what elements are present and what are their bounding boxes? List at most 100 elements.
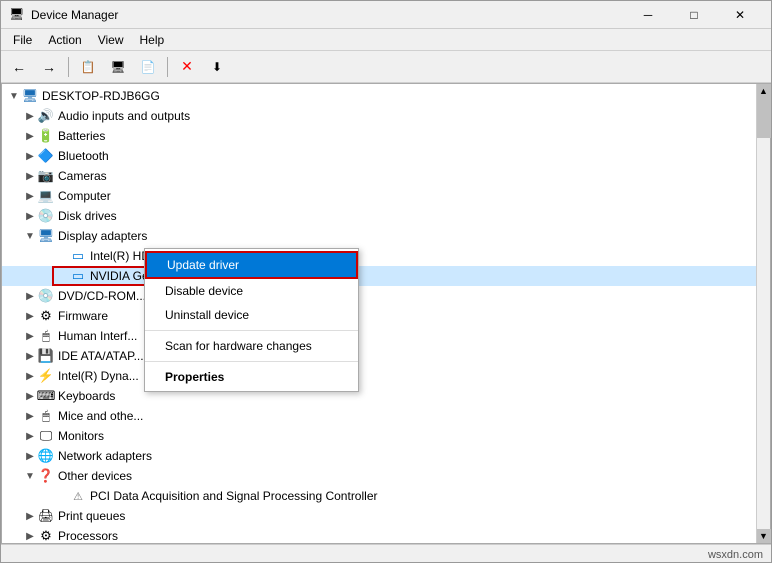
audio-toggle[interactable]: ▶ — [22, 108, 38, 124]
tree-item-processors[interactable]: ▶ ⚙ Processors — [2, 526, 756, 543]
mice-toggle[interactable]: ▶ — [22, 408, 38, 424]
tree-item-intel-graphics[interactable]: ▶ ▭ Intel(R) HD Graphics 520 — [2, 246, 756, 266]
toolbar-sep-1 — [68, 57, 69, 77]
ctx-uninstall-device[interactable]: Uninstall device — [145, 303, 358, 327]
computer-label: Computer — [58, 189, 111, 203]
title-bar-text: Device Manager — [31, 8, 625, 22]
display-toggle[interactable]: ▼ — [22, 228, 38, 244]
processors-label: Processors — [58, 529, 118, 543]
toolbar-forward[interactable]: → — [35, 54, 63, 80]
toolbar-uninstall[interactable]: ✕ — [173, 54, 201, 80]
intel-dyn-icon: ⚡ — [38, 368, 54, 384]
ctx-scan-hardware[interactable]: Scan for hardware changes — [145, 334, 358, 358]
firmware-icon: ⚙ — [38, 308, 54, 324]
intel-graphics-icon: ▭ — [70, 248, 86, 264]
toolbar: ← → 📋 🖥 📄 ✕ ⬇ — [1, 51, 771, 83]
tree-item-mice[interactable]: ▶ 🖱 Mice and othe... — [2, 406, 756, 426]
tree-item-batteries[interactable]: ▶ 🔋 Batteries — [2, 126, 756, 146]
scroll-up-btn[interactable]: ▲ — [757, 84, 771, 98]
batteries-toggle[interactable]: ▶ — [22, 128, 38, 144]
menu-action[interactable]: Action — [40, 31, 89, 49]
firmware-label: Firmware — [58, 309, 108, 323]
main-content: ▼ 🖥 DESKTOP-RDJB6GG ▶ 🔊 Audio inputs and… — [1, 83, 771, 544]
cameras-label: Cameras — [58, 169, 107, 183]
dvd-toggle[interactable]: ▶ — [22, 288, 38, 304]
toolbar-download[interactable]: ⬇ — [203, 54, 231, 80]
tree-item-print[interactable]: ▶ 🖨 Print queues — [2, 506, 756, 526]
scrollbar[interactable]: ▲ ▼ — [756, 84, 770, 543]
other-toggle[interactable]: ▼ — [22, 468, 38, 484]
batteries-icon: 🔋 — [38, 128, 54, 144]
tree-item-hid[interactable]: ▶ 🖱 Human Interf... — [2, 326, 756, 346]
keyboards-label: Keyboards — [58, 389, 115, 403]
toolbar-update[interactable]: 🖥 — [104, 54, 132, 80]
tree-view[interactable]: ▼ 🖥 DESKTOP-RDJB6GG ▶ 🔊 Audio inputs and… — [2, 84, 756, 543]
cameras-toggle[interactable]: ▶ — [22, 168, 38, 184]
keyboards-toggle[interactable]: ▶ — [22, 388, 38, 404]
toolbar-back[interactable]: ← — [5, 54, 33, 80]
tree-item-nvidia[interactable]: ▶ ▭ NVIDIA GeForce 940M — [2, 266, 756, 286]
tree-item-keyboards[interactable]: ▶ ⌨ Keyboards — [2, 386, 756, 406]
toolbar-sep-2 — [167, 57, 168, 77]
tree-item-pci[interactable]: ▶ ⚠ PCI Data Acquisition and Signal Proc… — [2, 486, 756, 506]
computer-icon: 💻 — [38, 188, 54, 204]
ide-toggle[interactable]: ▶ — [22, 348, 38, 364]
disk-toggle[interactable]: ▶ — [22, 208, 38, 224]
toolbar-scan[interactable]: 📄 — [134, 54, 162, 80]
tree-item-cameras[interactable]: ▶ 📷 Cameras — [2, 166, 756, 186]
processors-toggle[interactable]: ▶ — [22, 528, 38, 543]
keyboards-icon: ⌨ — [38, 388, 54, 404]
close-button[interactable]: ✕ — [717, 1, 763, 29]
bluetooth-toggle[interactable]: ▶ — [22, 148, 38, 164]
menu-view[interactable]: View — [90, 31, 132, 49]
title-bar: 🖥 Device Manager ─ □ ✕ — [1, 1, 771, 29]
hid-toggle[interactable]: ▶ — [22, 328, 38, 344]
scroll-down-btn[interactable]: ▼ — [757, 529, 771, 543]
cameras-icon: 📷 — [38, 168, 54, 184]
ide-label: IDE ATA/ATAP... — [58, 349, 144, 363]
status-bar: wsxdn.com — [1, 544, 771, 563]
intel-dyn-toggle[interactable]: ▶ — [22, 368, 38, 384]
tree-item-firmware[interactable]: ▶ ⚙ Firmware — [2, 306, 756, 326]
other-label: Other devices — [58, 469, 132, 483]
computer-toggle[interactable]: ▶ — [22, 188, 38, 204]
tree-item-network[interactable]: ▶ 🌐 Network adapters — [2, 446, 756, 466]
app-icon: 🖥 — [9, 7, 25, 23]
tree-root[interactable]: ▼ 🖥 DESKTOP-RDJB6GG — [2, 86, 756, 106]
root-toggle[interactable]: ▼ — [6, 88, 22, 104]
menu-help[interactable]: Help — [132, 31, 173, 49]
tree-item-ide[interactable]: ▶ 💾 IDE ATA/ATAP... — [2, 346, 756, 366]
pci-label: PCI Data Acquisition and Signal Processi… — [90, 489, 377, 503]
tree-item-bluetooth[interactable]: ▶ 🔷 Bluetooth — [2, 146, 756, 166]
ctx-update-driver[interactable]: Update driver — [145, 251, 358, 279]
mice-icon: 🖱 — [38, 408, 54, 424]
tree-item-computer[interactable]: ▶ 💻 Computer — [2, 186, 756, 206]
firmware-toggle[interactable]: ▶ — [22, 308, 38, 324]
display-icon: 🖥 — [38, 228, 54, 244]
pci-icon: ⚠ — [70, 488, 86, 504]
tree-item-audio[interactable]: ▶ 🔊 Audio inputs and outputs — [2, 106, 756, 126]
minimize-button[interactable]: ─ — [625, 1, 671, 29]
monitors-toggle[interactable]: ▶ — [22, 428, 38, 444]
tree-item-intel-dyn[interactable]: ▶ ⚡ Intel(R) Dyna... — [2, 366, 756, 386]
ctx-properties[interactable]: Properties — [145, 365, 358, 389]
tree-item-dvd[interactable]: ▶ 💿 DVD/CD-ROM... — [2, 286, 756, 306]
ctx-separator — [145, 330, 358, 331]
tree-item-display[interactable]: ▼ 🖥 Display adapters — [2, 226, 756, 246]
scroll-thumb[interactable] — [757, 98, 771, 138]
monitors-label: Monitors — [58, 429, 104, 443]
network-toggle[interactable]: ▶ — [22, 448, 38, 464]
status-right: wsxdn.com — [708, 549, 763, 561]
ide-icon: 💾 — [38, 348, 54, 364]
tree-item-disk[interactable]: ▶ 💿 Disk drives — [2, 206, 756, 226]
toolbar-properties[interactable]: 📋 — [74, 54, 102, 80]
network-label: Network adapters — [58, 449, 152, 463]
menu-file[interactable]: File — [5, 31, 40, 49]
context-menu: Update driver Disable device Uninstall d… — [144, 248, 359, 392]
tree-item-monitors[interactable]: ▶ 🖵 Monitors — [2, 426, 756, 446]
nvidia-icon: ▭ — [70, 268, 86, 284]
maximize-button[interactable]: □ — [671, 1, 717, 29]
tree-item-other[interactable]: ▼ ❓ Other devices — [2, 466, 756, 486]
print-toggle[interactable]: ▶ — [22, 508, 38, 524]
ctx-disable-device[interactable]: Disable device — [145, 279, 358, 303]
